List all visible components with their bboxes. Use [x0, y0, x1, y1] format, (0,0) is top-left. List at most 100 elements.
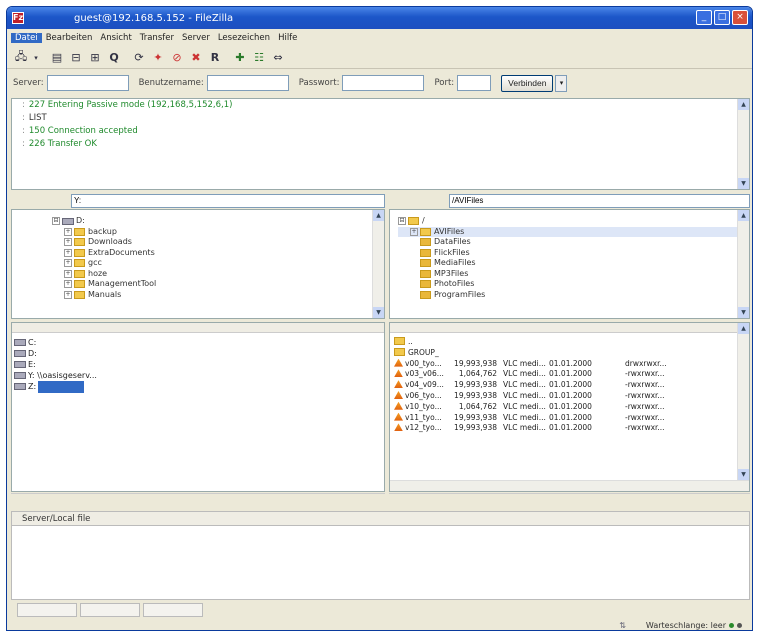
- tree-item[interactable]: ⊟ /: [398, 216, 749, 227]
- drive-item[interactable]: E:: [12, 359, 384, 370]
- file-row[interactable]: ..: [390, 337, 749, 348]
- drive-item[interactable]: Y: \\oasisgeserv...: [12, 370, 384, 381]
- filter-icon[interactable]: ✚: [232, 50, 248, 66]
- minimize-button[interactable]: _: [696, 10, 712, 25]
- tree-item[interactable]: FlickFiles: [398, 248, 749, 259]
- tree-item[interactable]: ⊟ D:: [52, 216, 384, 227]
- file-row[interactable]: v12_tyo... 19,993,938 VLC medi... 01.01.200…: [390, 423, 749, 434]
- connect-button[interactable]: Verbinden: [501, 74, 554, 92]
- tree-item[interactable]: + ManagementTool: [52, 279, 384, 290]
- local-path-input[interactable]: [71, 193, 385, 208]
- tree-item[interactable]: + hoze: [52, 269, 384, 280]
- process-queue-icon[interactable]: ✦: [150, 50, 166, 66]
- queue-column-server-local-file: Server/Local file: [22, 514, 91, 524]
- tree-item[interactable]: DataFiles: [398, 237, 749, 248]
- folder-icon: [74, 248, 85, 257]
- cancel-icon[interactable]: ⊘: [169, 50, 185, 66]
- tree-item[interactable]: MP3Files: [398, 269, 749, 280]
- folder-icon: [408, 217, 419, 226]
- queue-icon[interactable]: Q: [106, 50, 122, 66]
- site-manager-icon[interactable]: 🖧: [13, 50, 29, 66]
- queue-header[interactable]: Server/Local file: [11, 511, 750, 526]
- remote-column-header[interactable]: [390, 323, 749, 333]
- file-row[interactable]: v11_tyo... 19,993,938 VLC medi... 01.01.200…: [390, 412, 749, 424]
- file-row[interactable]: v06_tyo... 19,993,938 VLC medi... 01.01.200…: [390, 390, 749, 402]
- tree-item[interactable]: ProgramFiles: [398, 290, 749, 301]
- log-scrollbar[interactable]: ▲ ▼: [737, 99, 749, 189]
- remote-files-scrollbar[interactable]: ▲ ▼: [737, 323, 749, 480]
- tree-item[interactable]: PhotoFiles: [398, 279, 749, 290]
- tree-local-icon[interactable]: ⊟: [68, 50, 84, 66]
- connect-dropdown-icon[interactable]: ▾: [555, 74, 568, 92]
- file-row[interactable]: GROUP_: [390, 347, 749, 359]
- local-tree-scrollbar[interactable]: ▲ ▼: [372, 210, 384, 318]
- menu-bearbeiten[interactable]: Bearbeiten: [42, 33, 97, 43]
- folder-icon: [420, 227, 431, 236]
- folder-icon: [394, 337, 405, 345]
- refresh-icon[interactable]: ⟳: [131, 50, 147, 66]
- vlc-cone-icon: [394, 412, 403, 421]
- reconnect-icon[interactable]: R: [207, 50, 223, 66]
- drive-item-selected[interactable]: Z:: [12, 380, 384, 393]
- password-label: Passwort:: [298, 78, 340, 88]
- tab-successful[interactable]: [143, 603, 203, 617]
- menu-lesezeichen[interactable]: Lesezeichen: [214, 33, 274, 43]
- tree-item[interactable]: + backup: [52, 227, 384, 238]
- remote-tree-scrollbar[interactable]: ▲ ▼: [737, 210, 749, 318]
- drive-item[interactable]: C:: [12, 337, 384, 348]
- menu-datei[interactable]: Datei: [11, 33, 42, 43]
- tab-failed[interactable]: [80, 603, 140, 617]
- vlc-cone-icon: [394, 401, 403, 410]
- tree-item[interactable]: + ExtraDocuments: [52, 248, 384, 259]
- queue-status-icon: ⇅: [619, 620, 626, 630]
- close-button[interactable]: ×: [732, 10, 748, 25]
- tree-item-selected[interactable]: + AVIFiles: [398, 226, 749, 237]
- transfer-queue: [11, 526, 750, 600]
- folder-icon: [420, 280, 431, 289]
- folder-icon: [74, 238, 85, 247]
- tree-item[interactable]: MediaFiles: [398, 258, 749, 269]
- password-input[interactable]: [342, 75, 425, 91]
- title-bar[interactable]: Fz guest@192.168.5.152 - FileZilla _ □ ×: [7, 7, 752, 29]
- tab-queued[interactable]: [17, 603, 77, 617]
- quickconnect-bar: Server: Benutzername: Passwort: Port: Ve…: [7, 71, 752, 95]
- file-row[interactable]: v03_v06... 1,064,762 VLC medi... 01.01.2000…: [390, 369, 749, 380]
- menu-bar: Datei Bearbeiten Ansicht Transfer Server…: [7, 30, 752, 46]
- log-line: :150 Connection accepted: [22, 126, 138, 136]
- maximize-button[interactable]: □: [714, 10, 730, 25]
- sync-browse-icon[interactable]: ⇔: [270, 50, 286, 66]
- server-input[interactable]: [46, 75, 129, 91]
- local-status-strip: [11, 493, 385, 505]
- menu-transfer[interactable]: Transfer: [136, 33, 178, 43]
- compare-icon[interactable]: ☷: [251, 50, 267, 66]
- vlc-cone-icon: [394, 380, 403, 389]
- local-tree: ⊟ D: + backup + Downloads + ExtraDocuments +…: [11, 209, 385, 319]
- tree-item[interactable]: + Downloads: [52, 237, 384, 248]
- queue-status-text: Warteschlange: leer: [645, 620, 726, 630]
- drive-icon: [14, 350, 26, 357]
- disconnect-icon[interactable]: ✖: [188, 50, 204, 66]
- status-bar: ⇅ Warteschlange: leer: [7, 618, 752, 630]
- menu-server[interactable]: Server: [178, 33, 214, 43]
- username-input[interactable]: [206, 75, 289, 91]
- file-row[interactable]: v10_tyo... 1,064,762 VLC medi... 01.01.2000…: [390, 401, 749, 413]
- tree-item[interactable]: + Manuals: [52, 290, 384, 301]
- port-input[interactable]: [457, 75, 492, 91]
- tree-item[interactable]: + gcc: [52, 258, 384, 269]
- remote-files-hscrollbar[interactable]: [390, 480, 749, 491]
- file-row[interactable]: v00_tyo... 19,993,938 VLC medi... 01.01.200…: [390, 358, 749, 370]
- menu-hilfe[interactable]: Hilfe: [274, 33, 301, 43]
- tree-remote-icon[interactable]: ⊞: [87, 50, 103, 66]
- log-line: :226 Transfer OK: [22, 139, 97, 149]
- menu-ansicht[interactable]: Ansicht: [96, 33, 135, 43]
- drive-item[interactable]: D:: [12, 348, 384, 359]
- log-line: : LIST: [22, 113, 47, 123]
- local-column-header[interactable]: [12, 323, 384, 333]
- network-drive-icon: [14, 372, 26, 379]
- vlc-cone-icon: [394, 358, 403, 367]
- network-drive-icon: [14, 383, 26, 390]
- remote-path-input[interactable]: [449, 193, 750, 208]
- log-toggle-icon[interactable]: ▤: [49, 50, 65, 66]
- dropdown-icon[interactable]: ▾: [32, 50, 40, 66]
- file-row[interactable]: v04_v09... 19,993,938 VLC medi... 01.01.200…: [390, 380, 749, 391]
